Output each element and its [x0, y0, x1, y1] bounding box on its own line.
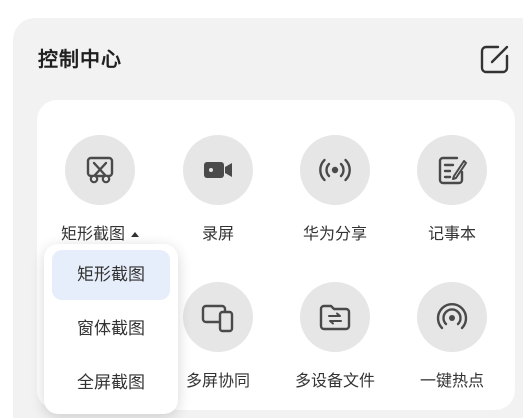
- tile-multi-device-files[interactable]: 多设备文件: [280, 282, 390, 402]
- tile-rect-screenshot[interactable]: 矩形截图: [45, 135, 155, 255]
- tile-label-screen-record: 录屏: [201, 224, 234, 243]
- tile-hotspot[interactable]: 一键热点: [397, 282, 507, 402]
- tile-icon-bg: [183, 282, 253, 352]
- tile-label-multi-device-files: 多设备文件: [294, 371, 375, 390]
- tile-icon-bg: [417, 282, 487, 352]
- tile-huawei-share[interactable]: 华为分享: [280, 135, 390, 255]
- tile-icon-bg: [183, 135, 253, 205]
- hotspot-icon: [436, 303, 468, 330]
- notepad-icon: [438, 156, 467, 185]
- multi-screen-icon: [201, 304, 234, 333]
- caret-up-icon[interactable]: [131, 232, 139, 237]
- tile-icon-bg: [417, 135, 487, 205]
- edit-button[interactable]: [478, 42, 512, 76]
- tile-multi-screen[interactable]: 多屏协同: [163, 282, 273, 402]
- folder-transfer-icon: [319, 304, 351, 331]
- menu-item-window-screenshot[interactable]: 窗体截图: [52, 304, 170, 354]
- tile-screen-record[interactable]: 录屏: [163, 135, 273, 255]
- tile-icon-bg: [65, 135, 135, 205]
- share-wireless-icon: [319, 158, 351, 182]
- tile-label-rect-screenshot: 矩形截图: [45, 220, 155, 244]
- tile-label-hotspot: 一键热点: [419, 371, 484, 390]
- tile-icon-bg: [300, 282, 370, 352]
- screenshot-mode-menu: 矩形截图 窗体截图 全屏截图: [44, 244, 178, 414]
- edit-icon: [480, 45, 509, 74]
- tile-label-notepad: 记事本: [427, 224, 476, 243]
- tile-notepad[interactable]: 记事本: [397, 135, 507, 255]
- screenshot-scissors-icon: [86, 156, 114, 184]
- menu-item-fullscreen-screenshot[interactable]: 全屏截图: [52, 358, 170, 408]
- menu-item-rect-screenshot[interactable]: 矩形截图: [52, 250, 170, 300]
- tile-label-multi-screen: 多屏协同: [185, 371, 250, 390]
- tile-icon-bg: [300, 135, 370, 205]
- tile-label-huawei-share: 华为分享: [302, 224, 367, 243]
- panel-title: 控制中心: [38, 47, 122, 71]
- video-camera-icon: [204, 162, 232, 178]
